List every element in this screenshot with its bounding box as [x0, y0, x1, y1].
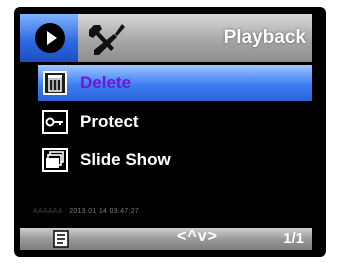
key-icon — [42, 110, 68, 134]
header-bar: Playback — [20, 14, 312, 62]
file-timestamp: 2013 01 14 03:47:27 — [69, 208, 140, 215]
navigation-arrows[interactable]: <^v> — [177, 228, 218, 246]
menu-item-label: Delete — [80, 73, 132, 92]
setup-tools-icon[interactable] — [88, 21, 128, 57]
menu-item-label: Protect — [80, 112, 139, 131]
document-icon[interactable] — [53, 230, 69, 248]
slideshow-icon — [42, 148, 68, 172]
menu-item-label: Slide Show — [80, 150, 171, 169]
file-info: AAAAAA 2013 01 14 03:47:27 — [33, 208, 139, 215]
page-counter: 1/1 — [283, 230, 304, 247]
menu-item-slideshow[interactable]: Slide Show — [38, 142, 312, 178]
menu-item-delete[interactable]: Delete — [38, 65, 312, 101]
footer-bar: <^v> 1/1 — [20, 228, 312, 250]
page-title: Playback — [223, 27, 306, 48]
tab-playback[interactable] — [20, 14, 78, 62]
menu-item-protect[interactable]: Protect — [38, 104, 312, 140]
trash-icon — [43, 71, 67, 95]
file-name: AAAAAA — [33, 208, 63, 215]
